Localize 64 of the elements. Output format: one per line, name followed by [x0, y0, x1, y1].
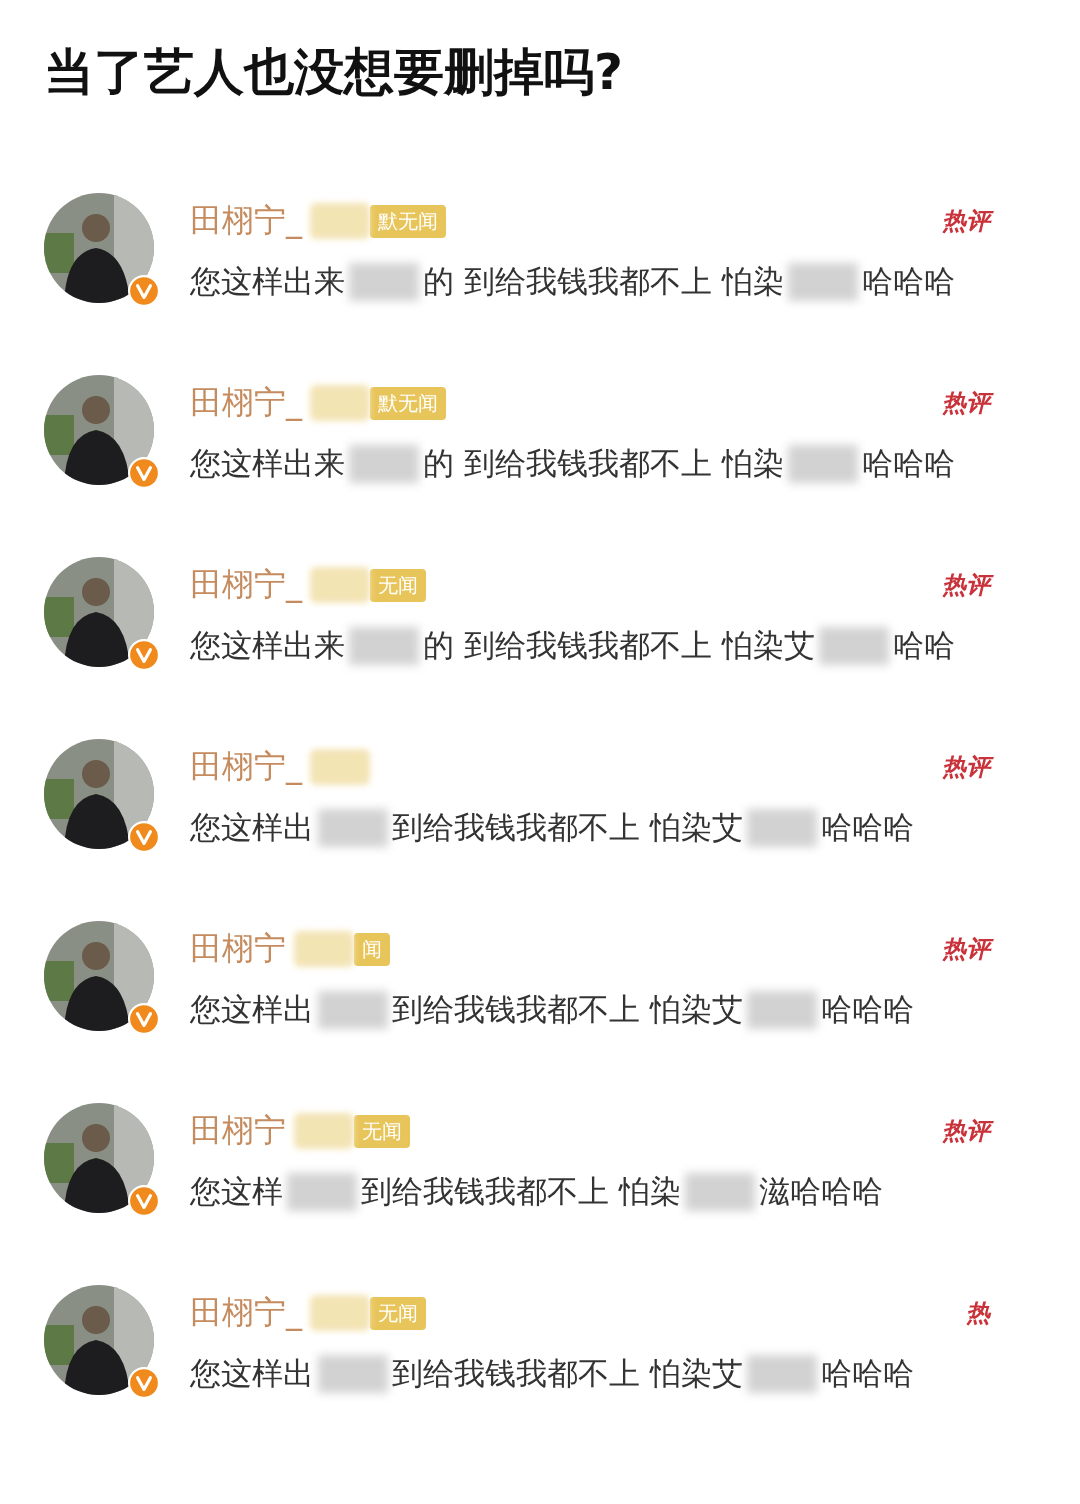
comment-text: 哈哈哈: [861, 444, 955, 483]
comment-text: 到给我钱我都不上 怕染艾: [392, 1354, 743, 1393]
comment-text: 您这样出来: [190, 262, 345, 301]
comment-text: 您这样出: [190, 1354, 314, 1393]
comment-text: 的 到给我钱我都不上 怕染艾: [423, 626, 815, 665]
comment-text: 哈哈: [892, 626, 955, 665]
comment-text: 哈哈哈: [820, 808, 914, 847]
username[interactable]: 田栩宁_: [190, 1291, 302, 1335]
blurred-text: [318, 809, 388, 847]
verified-icon: [128, 1185, 160, 1217]
post-title: 当了艺人也没想要删掉吗?: [44, 42, 624, 103]
verified-icon: [128, 1003, 160, 1035]
fan-badge: 闻: [354, 932, 390, 966]
verified-icon: [128, 639, 160, 671]
username[interactable]: 田栩宁_: [190, 381, 302, 425]
comment-text: 您这样出: [190, 808, 314, 847]
blurred-badge: [294, 931, 354, 967]
blurred-text: [787, 445, 858, 483]
comment-text: 到给我钱我都不上 怕染: [361, 1172, 681, 1211]
verified-icon: [128, 457, 160, 489]
comment-text: 哈哈哈: [820, 990, 914, 1029]
blurred-text: [318, 991, 388, 1029]
username[interactable]: 田栩宁_: [190, 563, 302, 607]
comment-text: 哈哈哈: [861, 262, 955, 301]
comment-text: 您这样出: [190, 990, 314, 1029]
blurred-text: [787, 263, 858, 301]
verified-icon: [128, 1367, 160, 1399]
blurred-badge: [294, 1113, 354, 1149]
blurred-text: [818, 627, 889, 665]
blurred-badge: [310, 1295, 370, 1331]
fan-badge: 默无闻: [370, 204, 446, 238]
blurred-text: [318, 1355, 388, 1393]
comment-text: 的 到给我钱我都不上 怕染: [423, 262, 784, 301]
fan-badge: 无闻: [354, 1114, 410, 1148]
comment-text: 到给我钱我都不上 怕染艾: [392, 808, 743, 847]
blurred-badge: [310, 749, 370, 785]
username[interactable]: 田栩宁_: [190, 745, 302, 789]
blurred-badge: [310, 203, 370, 239]
comment-text: 哈哈哈: [820, 1354, 914, 1393]
blurred-text: [746, 1355, 817, 1393]
blurred-text: [349, 263, 419, 301]
verified-icon: [128, 821, 160, 853]
comment-text: 您这样出来: [190, 626, 345, 665]
username[interactable]: 田栩宁: [190, 927, 286, 971]
blurred-badge: [310, 385, 370, 421]
comment-text: 到给我钱我都不上 怕染艾: [392, 990, 743, 1029]
blurred-text: [746, 809, 817, 847]
comment-text: 您这样出来: [190, 444, 345, 483]
fan-badge: 无闻: [370, 568, 426, 602]
blurred-text: [349, 627, 419, 665]
blurred-text: [746, 991, 817, 1029]
comment-text: 的 到给我钱我都不上 怕染: [423, 444, 784, 483]
hot-comment-label: 热: [966, 1298, 990, 1329]
verified-icon: [128, 275, 160, 307]
username[interactable]: 田栩宁_: [190, 199, 302, 243]
blurred-text: [287, 1173, 357, 1211]
blurred-text: [684, 1173, 755, 1211]
comment-text: 您这样: [190, 1172, 283, 1211]
blurred-badge: [310, 567, 370, 603]
fan-badge: 默无闻: [370, 386, 446, 420]
comment-text: 滋哈哈哈: [758, 1172, 883, 1211]
blurred-text: [349, 445, 419, 483]
username[interactable]: 田栩宁: [190, 1109, 286, 1153]
fan-badge: 无闻: [370, 1296, 426, 1330]
